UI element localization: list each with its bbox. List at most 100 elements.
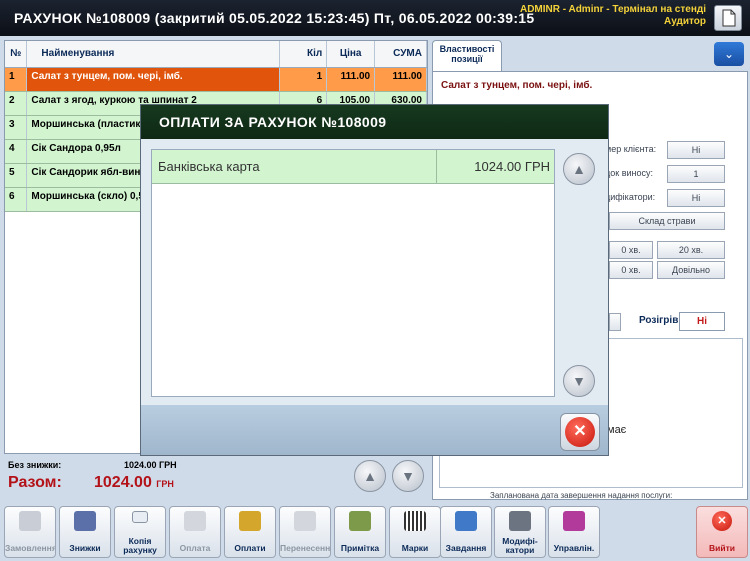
payment-row[interactable]: Банківська карта 1024.00 ГРН: [152, 150, 554, 184]
orders-button[interactable]: Замовлення: [4, 506, 56, 558]
row-name: Салат з тунцем, пом. чері, імб.: [26, 67, 280, 92]
transfer-button-label: Перенесення: [280, 544, 330, 553]
payments-dialog: ОПЛАТИ ЗА РАХУНОК №108009 Банківська кар…: [140, 104, 609, 456]
row-price: 111.00: [326, 67, 376, 92]
prop-client-button[interactable]: Ні: [667, 141, 725, 159]
dialog-close-button[interactable]: ✕: [560, 413, 600, 451]
prop-label-modifiers: дифікатори:: [605, 192, 656, 202]
title-bar: РАХУНОК №108009 (закритий 05.05.2022 15:…: [0, 0, 750, 36]
time-button-3[interactable]: 0 хв.: [609, 261, 653, 279]
partial-button[interactable]: [609, 313, 621, 331]
discounts-button[interactable]: Знижки: [59, 506, 111, 558]
col-name: Найменування: [26, 41, 280, 68]
no-discount-label: Без знижки:: [8, 460, 62, 470]
copy-bill-button-label: Копія рахунку: [123, 537, 157, 555]
bottom-toolbar: Замовлення Знижки Копія рахунку Оплата О…: [0, 502, 750, 561]
stamps-button[interactable]: Марки: [389, 506, 441, 558]
note-text-fragment: має: [607, 424, 627, 436]
row-number: 5: [5, 163, 28, 188]
row-number: 4: [5, 139, 28, 164]
time-button-1[interactable]: 0 хв.: [609, 241, 653, 259]
payments-list: Банківська карта 1024.00 ГРН: [151, 149, 555, 397]
reheat-value-button[interactable]: Ні: [679, 312, 725, 331]
tasks-button[interactable]: Завдання: [440, 506, 492, 558]
payment-amount: 1024.00 ГРН: [474, 159, 550, 174]
col-sum: СУМА: [374, 41, 427, 68]
user-info: ADMINR - Adminr - Термінал на стенді Ауд…: [520, 4, 706, 28]
payment-button-label: Оплата: [179, 544, 211, 553]
col-number: №: [5, 41, 28, 68]
document-button[interactable]: [714, 5, 742, 31]
time-button-arbitrary[interactable]: Довільно: [657, 261, 725, 279]
scroll-down-button[interactable]: ▼: [392, 460, 424, 492]
tab-label-line1: Властивості: [439, 44, 495, 54]
prop-label-client: мер клієнта:: [605, 144, 657, 154]
triangle-up-icon: ▲: [572, 161, 586, 177]
management-button[interactable]: Управлін.: [548, 506, 600, 558]
stamps-button-label: Марки: [401, 544, 429, 553]
copy-document-icon: [132, 511, 148, 523]
prop-takeout-button[interactable]: 1: [667, 165, 725, 183]
close-icon: ✕: [565, 417, 595, 447]
calendar-icon: [455, 511, 477, 531]
modifiers-button-label: Модифі-катори: [502, 537, 538, 555]
orders-button-label: Замовлення: [5, 544, 55, 553]
tab-label-line2: позиції: [451, 54, 483, 64]
reheat-label: Розігрів:: [639, 315, 682, 326]
table-row-selected[interactable]: 1 Салат з тунцем, пом. чері, імб. 1 111.…: [5, 67, 427, 92]
table-header-row: № Найменування Кіл Ціна СУМА: [5, 41, 427, 68]
payments-scroll-down-button[interactable]: ▼: [563, 365, 595, 397]
double-chevron-down-icon: ⌄: [723, 47, 735, 61]
row-number: 6: [5, 187, 28, 212]
dialog-title: ОПЛАТИ ЗА РАХУНОК №108009: [141, 105, 608, 139]
note-pencil-icon: [349, 511, 371, 531]
prop-modifiers-button[interactable]: Ні: [667, 189, 725, 207]
payment-button[interactable]: Оплата: [169, 506, 221, 558]
exit-icon: ✕: [712, 511, 732, 531]
modifiers-button[interactable]: Модифі-катори: [494, 506, 546, 558]
tab-item-properties[interactable]: Властивості позиції: [432, 40, 502, 72]
printer-icon: [19, 511, 41, 531]
copy-bill-button[interactable]: Копія рахунку: [114, 506, 166, 558]
window-title: РАХУНОК №108009 (закритий 05.05.2022 15:…: [14, 10, 535, 26]
note-button[interactable]: Примітка: [334, 506, 386, 558]
scroll-up-button[interactable]: ▲: [354, 460, 386, 492]
note-button-label: Примітка: [340, 544, 380, 553]
no-discount-value: 1024.00 ГРН: [124, 460, 177, 470]
tasks-button-label: Завдання: [445, 544, 487, 553]
dish-warehouse-button[interactable]: Склад страви: [609, 212, 725, 230]
exit-button-label: Вийти: [709, 544, 735, 553]
payment-method: Банківська карта: [158, 159, 260, 174]
selected-item-title: Салат з тунцем, пом. чері, імб.: [441, 80, 593, 91]
triangle-up-icon: ▲: [363, 468, 377, 484]
total-label: Разом:: [8, 474, 62, 491]
discount-person-icon: [74, 511, 96, 531]
discounts-button-label: Знижки: [69, 544, 101, 553]
coins-icon: [184, 511, 206, 531]
column-divider: [436, 150, 437, 184]
tools-icon: [563, 511, 585, 531]
barcode-icon: [404, 511, 426, 531]
exit-button[interactable]: ✕ Вийти: [696, 506, 748, 558]
col-price: Ціна: [326, 41, 376, 68]
row-sum: 111.00: [374, 67, 427, 92]
time-button-20[interactable]: 20 хв.: [657, 241, 725, 259]
user-role-label: Аудитор: [663, 16, 706, 27]
planned-completion-label: Запланована дата завершення надання посл…: [490, 491, 673, 500]
total-value: 1024.00: [94, 474, 152, 491]
payments-scroll-up-button[interactable]: ▲: [563, 153, 595, 185]
gold-coins-icon: [239, 511, 261, 531]
col-qty: Кіл: [279, 41, 328, 68]
transfer-button[interactable]: Перенесення: [279, 506, 331, 558]
payments-button-label: Оплати: [234, 544, 266, 553]
collapse-button[interactable]: ⌄: [714, 42, 744, 66]
row-qty: 1: [279, 67, 328, 92]
prop-label-takeout: док виносу:: [605, 168, 653, 178]
payments-button[interactable]: Оплати: [224, 506, 276, 558]
user-terminal-label: ADMINR - Adminr - Термінал на стенді: [519, 4, 706, 15]
triangle-down-icon: ▼: [401, 468, 415, 484]
transfer-icon: [294, 511, 316, 531]
row-number: 3: [5, 115, 28, 140]
document-icon: [722, 9, 736, 27]
triangle-down-icon: ▼: [572, 373, 586, 389]
